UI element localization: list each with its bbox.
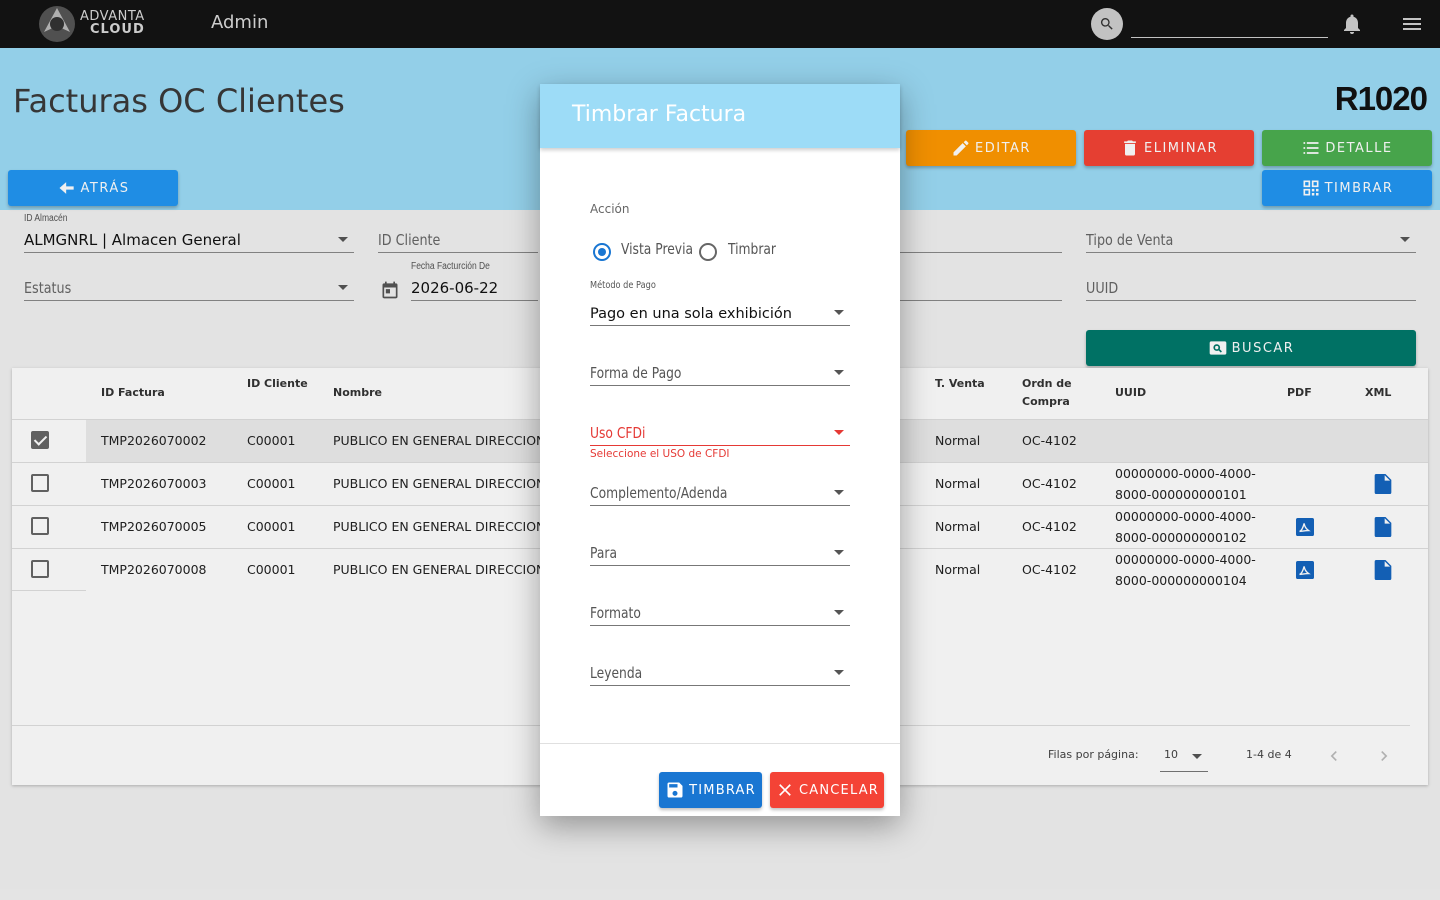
- confirm-timbrar-button[interactable]: TIMBRAR: [659, 772, 762, 808]
- metodo-pago-label: Método de Pago: [590, 280, 656, 291]
- forma-pago-select[interactable]: Forma de Pago: [590, 360, 850, 386]
- leyenda-select[interactable]: Leyenda: [590, 660, 850, 686]
- chevron-down-icon: [834, 670, 844, 675]
- chevron-down-icon: [834, 430, 844, 435]
- radio-vista-previa[interactable]: [593, 243, 611, 261]
- formato-select[interactable]: Formato: [590, 600, 850, 626]
- para-select[interactable]: Para: [590, 540, 850, 566]
- timbrar-dialog: Timbrar Factura Acción Vista Previa Timb…: [540, 84, 900, 816]
- confirm-timbrar-label: TIMBRAR: [689, 782, 756, 798]
- radio-vista-previa-label[interactable]: Vista Previa: [621, 240, 693, 258]
- radio-timbrar-label[interactable]: Timbrar: [728, 240, 776, 258]
- metodo-pago-value: Pago en una sola exhibición: [590, 306, 792, 322]
- dialog-title: Timbrar Factura: [572, 102, 747, 127]
- complemento-select[interactable]: Complemento/Adenda: [590, 480, 850, 506]
- chevron-down-icon: [834, 310, 844, 315]
- uso-cfdi-placeholder: Uso CFDi: [590, 424, 646, 442]
- forma-pago-placeholder: Forma de Pago: [590, 364, 682, 382]
- save-icon: [667, 782, 683, 798]
- uso-cfdi-error: Seleccione el USO de CFDI: [590, 448, 730, 460]
- close-icon: [779, 784, 791, 796]
- chevron-down-icon: [834, 550, 844, 555]
- dialog-divider: [540, 743, 900, 744]
- chevron-down-icon: [834, 490, 844, 495]
- chevron-down-icon: [834, 610, 844, 615]
- para-placeholder: Para: [590, 544, 618, 562]
- chevron-down-icon: [834, 370, 844, 375]
- uso-cfdi-select[interactable]: Uso CFDi: [590, 420, 850, 446]
- leyenda-placeholder: Leyenda: [590, 664, 643, 682]
- accion-label: Acción: [590, 202, 630, 216]
- cancel-button-label: CANCELAR: [798, 782, 880, 798]
- cancel-button[interactable]: CANCELAR: [770, 772, 884, 808]
- formato-placeholder: Formato: [590, 604, 641, 622]
- metodo-pago-select[interactable]: Método de Pago Pago en una sola exhibici…: [590, 280, 850, 326]
- complemento-placeholder: Complemento/Adenda: [590, 484, 728, 502]
- dialog-header: Timbrar Factura: [540, 84, 900, 148]
- radio-timbrar[interactable]: [699, 243, 717, 261]
